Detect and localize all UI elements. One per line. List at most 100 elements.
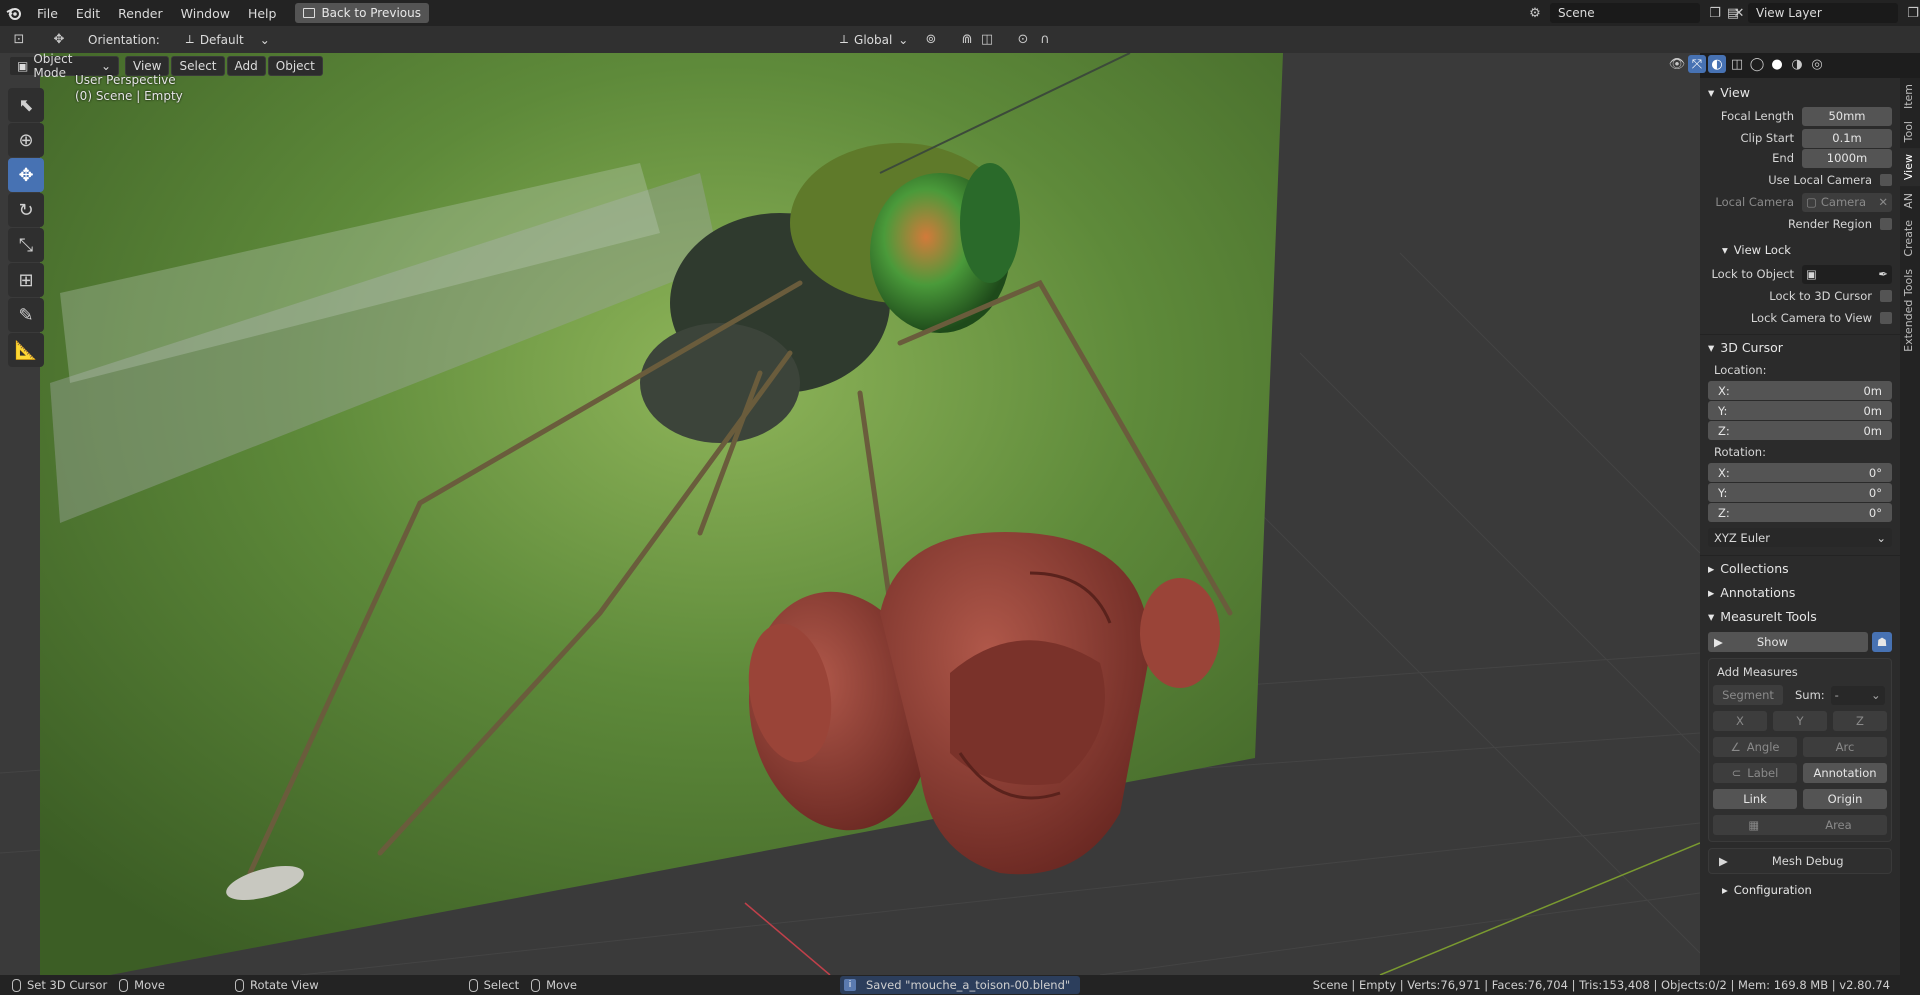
render-region-checkbox[interactable] bbox=[1880, 218, 1892, 230]
cursor-location-y[interactable]: Y: 0m bbox=[1708, 401, 1892, 420]
wireframe-shading-icon[interactable]: ◯ bbox=[1748, 55, 1766, 73]
lock-camera-checkbox[interactable] bbox=[1880, 312, 1892, 324]
rotate-tool-icon[interactable]: ↻ bbox=[8, 193, 44, 227]
clip-end-row: End 1000m bbox=[1700, 148, 1900, 168]
rotation-mode-dropdown[interactable]: XYZ Euler ⌄ bbox=[1708, 528, 1892, 547]
cursor-rotation-z[interactable]: Z: 0° bbox=[1708, 503, 1892, 522]
viewport-menu-select[interactable]: Select bbox=[171, 55, 225, 76]
annotations-header[interactable]: ▸ Annotations bbox=[1700, 580, 1900, 604]
blender-logo-icon[interactable] bbox=[0, 0, 28, 26]
transform-orientation-dropdown[interactable]: ⟂ Global ⌄ bbox=[834, 30, 914, 50]
angle-button[interactable]: ∠ Angle bbox=[1713, 737, 1797, 757]
link-button[interactable]: Link bbox=[1713, 789, 1797, 809]
back-to-previous-button[interactable]: Back to Previous bbox=[295, 3, 429, 23]
overlays-icon[interactable]: ◐ bbox=[1708, 55, 1726, 73]
tab-item[interactable]: Item bbox=[1900, 78, 1920, 115]
clip-start-label: Clip Start bbox=[1740, 131, 1794, 145]
3d-viewport[interactable]: User Perspective (0) Scene | Empty bbox=[0, 53, 1700, 975]
saved-notification: i Saved "mouche_a_toison-00.blend" bbox=[840, 976, 1081, 994]
chevron-down-icon: ⌄ bbox=[898, 32, 909, 47]
tab-view[interactable]: View bbox=[1900, 148, 1920, 187]
clip-start-field[interactable]: 0.1m bbox=[1802, 128, 1892, 148]
annotate-tool-icon[interactable]: ✎ bbox=[8, 298, 44, 332]
origin-button[interactable]: Origin bbox=[1803, 789, 1887, 809]
copy-scene-icon[interactable]: ❐ bbox=[1706, 4, 1724, 22]
measure-x-button[interactable]: X bbox=[1713, 711, 1767, 731]
falloff-icon[interactable]: ∩ bbox=[1036, 31, 1054, 49]
status-move: Move bbox=[134, 978, 166, 992]
view-layer-icon[interactable]: ▤ bbox=[1724, 4, 1742, 22]
snap-target-icon[interactable]: ◫ bbox=[978, 31, 996, 49]
viewport-menu-add[interactable]: Add bbox=[226, 55, 266, 76]
pivot-point-icon[interactable]: ⊚ bbox=[922, 31, 940, 49]
menu-file[interactable]: File bbox=[28, 6, 67, 21]
tab-create[interactable]: Create bbox=[1900, 214, 1920, 263]
solid-shading-icon[interactable]: ● bbox=[1768, 55, 1786, 73]
measureit-header[interactable]: ▾ MeasureIt Tools bbox=[1700, 604, 1900, 628]
measureit-show-button[interactable]: ▶ Show bbox=[1708, 632, 1868, 652]
angle-label: Angle bbox=[1746, 740, 1780, 754]
camera-icon: ▢ bbox=[1806, 195, 1817, 209]
local-camera-field[interactable]: ▢ Camera ✕ bbox=[1802, 192, 1892, 212]
cursor-rotation-x[interactable]: X: 0° bbox=[1708, 463, 1892, 482]
menu-help[interactable]: Help bbox=[239, 6, 286, 21]
editor-type-icon[interactable]: ⊡ bbox=[10, 31, 28, 49]
tab-an[interactable]: AN bbox=[1900, 187, 1920, 215]
cursor-tool-icon[interactable]: ⊕ bbox=[8, 123, 44, 157]
scene-name-field[interactable]: Scene bbox=[1550, 3, 1700, 23]
transform-tool-icon[interactable]: ⊞ bbox=[8, 263, 44, 297]
eyedropper-icon[interactable]: ✒ bbox=[1878, 267, 1888, 281]
use-local-camera-checkbox[interactable] bbox=[1880, 174, 1892, 186]
scene-icon[interactable]: ⚙ bbox=[1526, 4, 1544, 22]
move-tool-icon[interactable]: ✥ bbox=[8, 158, 44, 192]
orientation-dropdown[interactable]: ⟂ Default ⌄ bbox=[180, 30, 276, 50]
cursor-rotation-y[interactable]: Y: 0° bbox=[1708, 483, 1892, 502]
viewport-menu-object[interactable]: Object bbox=[267, 55, 323, 76]
axis-value: 0° bbox=[1868, 485, 1882, 500]
scale-tool-icon[interactable]: ⤡ bbox=[8, 228, 44, 262]
measure-z-button[interactable]: Z bbox=[1833, 711, 1887, 731]
collections-header[interactable]: ▸ Collections bbox=[1700, 556, 1900, 580]
use-local-camera-label: Use Local Camera bbox=[1768, 173, 1872, 187]
menu-edit[interactable]: Edit bbox=[67, 6, 109, 21]
visibility-icon[interactable]: 👁 bbox=[1668, 55, 1686, 73]
copy-view-layer-icon[interactable]: ❐ bbox=[1904, 4, 1920, 22]
view-layer-field[interactable]: View Layer bbox=[1748, 3, 1898, 23]
clip-end-label: End bbox=[1772, 151, 1794, 165]
clip-start-row: Clip Start 0.1m bbox=[1700, 128, 1900, 148]
mesh-debug-panel[interactable]: ▶ Mesh Debug bbox=[1708, 848, 1892, 874]
clear-icon[interactable]: ✕ bbox=[1878, 195, 1888, 209]
annotation-button[interactable]: Annotation bbox=[1803, 763, 1887, 783]
cursor-location-z[interactable]: Z: 0m bbox=[1708, 421, 1892, 440]
segment-button[interactable]: Segment bbox=[1713, 685, 1783, 705]
arc-button[interactable]: Arc bbox=[1803, 737, 1887, 757]
xray-icon[interactable]: ◫ bbox=[1728, 55, 1746, 73]
cursor-location-x[interactable]: X: 0m bbox=[1708, 381, 1892, 400]
proportional-edit-icon[interactable]: ⊙ bbox=[1014, 31, 1032, 49]
area-button[interactable]: ▦ Area bbox=[1713, 815, 1887, 835]
menu-window[interactable]: Window bbox=[172, 6, 239, 21]
lock-to-object-field[interactable]: ▣ ✒ bbox=[1802, 264, 1892, 284]
focal-length-field[interactable]: 50mm bbox=[1802, 106, 1892, 126]
gizmo-icon[interactable]: ⤧ bbox=[1688, 55, 1706, 73]
select-box-tool-icon[interactable]: ⬉ bbox=[8, 88, 44, 122]
measureit-ghost-icon[interactable]: ☗ bbox=[1872, 632, 1892, 652]
label-button[interactable]: ⊂ Label bbox=[1713, 763, 1797, 783]
measure-y-button[interactable]: Y bbox=[1773, 711, 1827, 731]
view-section-header[interactable]: ▾ View bbox=[1700, 80, 1900, 104]
menu-render[interactable]: Render bbox=[109, 6, 172, 21]
saved-message: Saved "mouche_a_toison-00.blend" bbox=[866, 978, 1071, 992]
view-lock-header[interactable]: ▾ View Lock bbox=[1700, 238, 1900, 262]
clip-end-field[interactable]: 1000m bbox=[1802, 148, 1892, 168]
configuration-header[interactable]: ▸ Configuration bbox=[1700, 878, 1900, 902]
sum-dropdown[interactable]: - ⌄ bbox=[1830, 685, 1885, 705]
rendered-shading-icon[interactable]: ◎ bbox=[1808, 55, 1826, 73]
snap-icon[interactable]: ⋒ bbox=[958, 31, 976, 49]
tab-extended-tools[interactable]: Extended Tools bbox=[1900, 263, 1920, 358]
grid-icon: ▦ bbox=[1748, 818, 1760, 832]
cursor-section-header[interactable]: ▾ 3D Cursor bbox=[1700, 335, 1900, 359]
measure-tool-icon[interactable]: 📐 bbox=[8, 333, 44, 367]
lock-to-cursor-checkbox[interactable] bbox=[1880, 290, 1892, 302]
material-shading-icon[interactable]: ◑ bbox=[1788, 55, 1806, 73]
tab-tool[interactable]: Tool bbox=[1900, 115, 1920, 148]
